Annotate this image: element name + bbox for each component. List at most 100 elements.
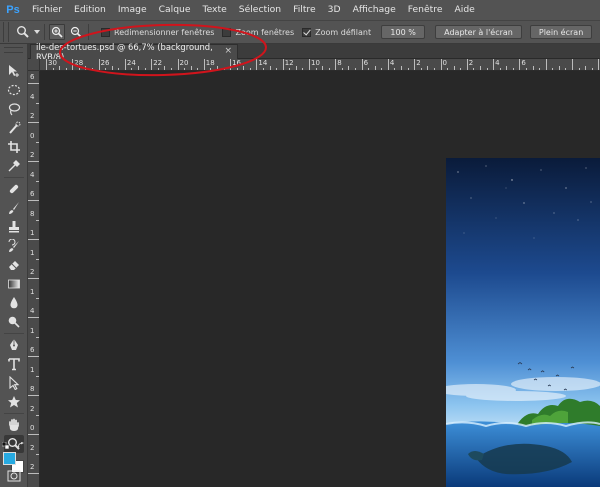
horizontal-ruler[interactable]: 30 28 26 24 22 20 18 16 14 12 10 8 6 4 2 0 2 4 6 [40,59,600,71]
divider [4,333,24,334]
ruler-label: 1 [30,248,35,257]
ruler-tick [591,68,593,70]
dodge-tool[interactable] [4,313,24,331]
ruler-tick [236,68,238,70]
options-grip[interactable] [3,22,9,42]
foreground-color-swatch[interactable] [3,452,16,465]
pen-tool-icon [10,339,18,350]
ruler-tick [170,68,172,70]
ruler-tick [262,68,264,70]
fit-screen-button[interactable]: Adapter à l'écran [435,25,522,39]
ruler-tick [111,66,113,70]
scrubby-zoom-checkbox[interactable] [302,27,312,37]
type-tool[interactable] [4,355,24,373]
menu-file[interactable]: Fichier [26,0,68,20]
ruler-label: 26 [100,59,110,67]
chevron-down-icon[interactable] [34,29,40,35]
lasso-tool[interactable] [4,100,24,118]
ruler-tick [65,68,67,70]
zoom-out-icon [70,26,82,38]
path-selection-tool[interactable] [4,374,24,392]
tool-preset-picker[interactable] [15,24,31,40]
menu-help[interactable]: Aide [448,0,480,20]
scrubby-zoom-option[interactable]: Zoom défilant [302,27,372,37]
resize-windows-option[interactable]: Redimensionner fenêtres [101,27,215,37]
menu-view[interactable]: Affichage [347,0,402,20]
shape-tool[interactable] [4,393,24,411]
healing-brush-tool[interactable] [4,180,24,198]
ruler-tick [552,68,554,70]
crop-tool[interactable] [4,138,24,156]
ruler-tick [124,59,126,70]
zoom-all-windows-checkbox[interactable] [222,27,232,37]
menu-edit[interactable]: Edition [68,0,112,20]
menu-filter[interactable]: Filtre [287,0,322,20]
ruler-tick [558,66,560,70]
gradient-tool[interactable] [4,275,24,293]
menu-layer[interactable]: Calque [153,0,197,20]
document-tab[interactable]: ile-des-tortues.psd @ 66,7% (background,… [30,42,238,62]
ruler-tick [355,68,357,70]
zoom-out-button[interactable] [68,24,84,40]
ruler-tick [131,68,133,70]
ruler-origin[interactable] [28,59,40,71]
ruler-tick [85,66,87,70]
ruler-label: 0 [30,424,35,432]
tools-panel [0,44,28,487]
ruler-tick [59,66,61,70]
hand-tool[interactable] [4,416,24,434]
ruler-label: 6 [30,73,35,81]
brush-tool[interactable] [4,199,24,217]
rectangle-tool-icon [8,396,20,408]
zoom-in-button[interactable] [49,24,65,40]
zoom-all-windows-option[interactable]: Zoom fenêtres [222,27,294,37]
eyedropper-tool[interactable] [4,157,24,175]
eraser-tool[interactable] [4,256,24,274]
ruler-tick [387,59,389,70]
move-tool[interactable] [4,62,24,80]
ruler-tick [36,336,39,338]
ruler-label: 8 [337,59,342,67]
canvas-area[interactable] [41,72,600,487]
swap-colors-icon[interactable] [17,442,25,450]
history-brush-tool-icon [8,239,19,252]
close-icon[interactable]: × [224,46,232,56]
ruler-tick [28,434,39,435]
panel-grip[interactable] [4,47,23,53]
resize-windows-label: Redimensionner fenêtres [114,27,215,37]
ruler-label: 6 [30,190,35,198]
ruler-tick [539,68,541,70]
scrubby-zoom-label: Zoom défilant [315,27,372,37]
zoom-100-button[interactable]: 100 % [381,25,426,39]
menu-3d[interactable]: 3D [322,0,347,20]
quick-selection-tool[interactable] [4,119,24,137]
ruler-tick [28,83,39,84]
ruler-tick [151,59,153,70]
menu-image[interactable]: Image [112,0,153,20]
vertical-ruler[interactable]: 6 4 2 0 2 4 6 8 1 1 2 1 4 1 6 1 8 2 0 2 2 [28,71,40,487]
ruler-tick [361,59,363,70]
history-brush-tool[interactable] [4,237,24,255]
ruler-tick [433,68,435,70]
ruler-label: 2 [30,404,35,413]
document-image[interactable] [446,158,600,487]
ruler-tick [401,66,403,70]
default-colors-icon[interactable] [2,442,10,450]
ruler-label: 6 [521,59,526,67]
ruler-tick [289,68,291,70]
menu-type[interactable]: Texte [197,0,233,20]
ruler-tick [374,66,376,70]
ruler-tick [36,141,39,143]
menu-select[interactable]: Sélection [233,0,287,20]
ruler-tick [36,453,39,455]
menu-window[interactable]: Fenêtre [402,0,449,20]
quick-mask-button[interactable] [4,469,24,483]
resize-windows-checkbox[interactable] [101,27,110,37]
marquee-tool[interactable] [4,81,24,99]
pen-tool[interactable] [4,336,24,354]
ruler-tick [479,66,481,70]
fill-screen-button[interactable]: Plein écran [529,25,593,39]
blur-tool[interactable] [4,294,24,312]
clone-stamp-tool[interactable] [4,218,24,236]
ruler-tick [72,59,74,70]
